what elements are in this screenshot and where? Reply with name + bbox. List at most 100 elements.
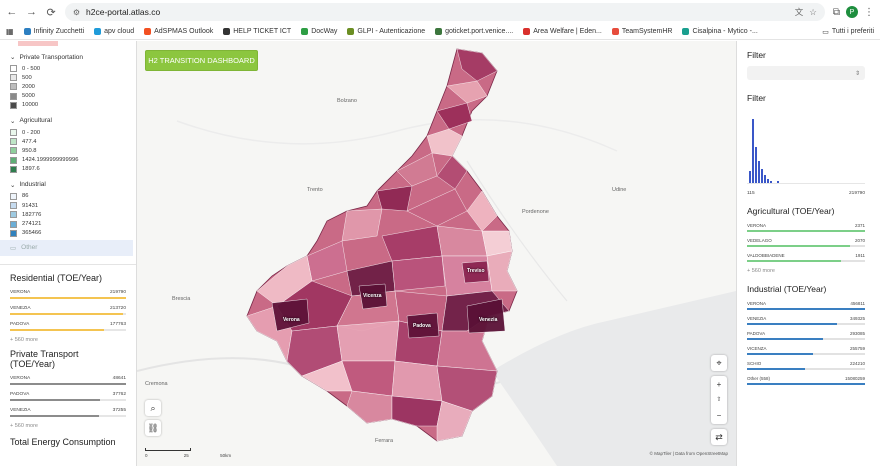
histogram[interactable] [747, 109, 865, 184]
back-icon[interactable]: ← [6, 6, 18, 18]
browser-toolbar: ← → ⟳ ⚙ h2ce-portal.atlas.co 文 ☆ ⧉ P ⋮ [0, 0, 880, 24]
dashboard-title-button[interactable]: H2 TRANSITION DASHBOARD [145, 50, 258, 71]
total-energy-title: Total Energy Consumption [10, 436, 116, 447]
chevron-down-icon: ⌄ [10, 54, 16, 61]
zoom-controls: + ⇧ − [711, 376, 727, 424]
legend-group-toggle[interactable]: ⌄ Industrial [10, 181, 126, 189]
legend-item: 477.4 [10, 137, 126, 146]
address-bar[interactable]: ⚙ h2ce-portal.atlas.co 文 ☆ [64, 3, 825, 21]
folder-icon: ▭ [10, 244, 17, 252]
link-icon[interactable]: ⛓ [145, 420, 161, 436]
profile-avatar[interactable]: P [846, 6, 859, 18]
stat-row: SCHIO 224210 [747, 361, 865, 366]
stat-row: VERONA 456811 [747, 301, 865, 306]
private-transport-stats: Private Transport (TOE/Year) VERONA 48641… [0, 349, 136, 447]
forward-icon[interactable]: → [26, 6, 38, 18]
bookmark-item[interactable]: DocWay [301, 28, 337, 35]
choropleth-map[interactable] [137, 41, 736, 466]
zoom-in-icon[interactable]: + [717, 380, 722, 389]
stat-row: VEDELAGO 2070 [747, 238, 865, 243]
map-city-label: Treviso [467, 268, 485, 274]
map-scale: 0 25 50km [145, 448, 245, 458]
agricultural-title: Agricultural (TOE/Year) [747, 206, 835, 216]
legend-item: 500 [10, 73, 126, 82]
compass-icon[interactable]: ⇧ [716, 396, 721, 403]
divider [0, 263, 136, 265]
stat-row: VENEZIA 213720 [10, 305, 126, 311]
chevron-down-icon: ⌄ [10, 117, 16, 125]
map-place-label: Pordenone [522, 209, 549, 215]
legend-industrial: ⌄ Industrial 86 91431 182776 274121 36546… [0, 174, 136, 238]
legend-group-toggle[interactable]: ⌄ Agricultural [10, 117, 126, 125]
legend-item: 0 - 200 [10, 128, 126, 137]
filter-title: Filter [747, 50, 766, 60]
show-more-link[interactable]: + 560 more [10, 423, 126, 429]
bookmark-item[interactable]: Infinity Zucchetti [23, 28, 84, 35]
legend-item: 10000 [10, 101, 126, 110]
legend-item: 182776 [10, 210, 126, 219]
bookmark-item[interactable]: apv cloud [94, 28, 134, 35]
site-info-icon[interactable]: ⚙ [73, 8, 80, 17]
filter-select[interactable]: ⇕ [747, 66, 865, 80]
translate-icon[interactable]: 文 [795, 6, 804, 18]
legend-item: 274121 [10, 219, 126, 228]
private-transport-title: Private Transport (TOE/Year) [10, 348, 79, 369]
legend-group-toggle[interactable]: ⌄ Private Transportation [10, 53, 126, 62]
select-arrows-icon: ⇕ [854, 70, 860, 77]
legend-item: 365466 [10, 229, 126, 238]
map-settings-icon[interactable]: ⇄ [711, 429, 727, 445]
bookmark-item[interactable]: GLPI - Autenticazione [347, 28, 425, 35]
map-place-label: Bolzano [337, 98, 357, 104]
filter-title: Filter [747, 93, 766, 103]
locate-icon[interactable]: ⌖ [711, 355, 727, 371]
bookmark-star-icon[interactable]: ☆ [809, 7, 817, 18]
zoom-out-icon[interactable]: − [717, 411, 722, 420]
show-more-link[interactable]: + 560 more [10, 337, 126, 343]
legend-item: 0 - 500 [10, 64, 126, 73]
map-canvas[interactable]: H2 TRANSITION DASHBOARD Bolzano Trento U… [137, 41, 736, 466]
map-place-label: Trento [307, 187, 323, 193]
map-city-label: Venezia [479, 317, 498, 323]
stat-row: VERONA 219790 [10, 289, 126, 295]
legend-item: 2000 [10, 82, 126, 91]
stat-row: VERONA 48641 [10, 375, 126, 381]
map-place-label: Cremona [145, 381, 168, 387]
map-city-label: Padova [413, 323, 431, 329]
bookmark-item[interactable]: HELP TICKET ICT [223, 28, 291, 35]
menu-icon[interactable]: ⋮ [864, 7, 874, 18]
legend-item: 950.8 [10, 146, 126, 155]
stat-row: VENEZIA 37255 [10, 407, 126, 413]
legend-other-toggle[interactable]: ▭ Other [0, 239, 133, 256]
bookmark-item[interactable]: goticket.port.venice.... [435, 28, 513, 35]
legend-private-transportation: ⌄ Private Transportation 0 - 500 500 2000… [0, 46, 136, 110]
reload-icon[interactable]: ⟳ [45, 6, 57, 19]
bookmark-item[interactable]: AdSPMAS Outlook [144, 28, 213, 35]
stat-row: PADOVA 37762 [10, 391, 126, 397]
url-text: h2ce-portal.atlas.co [86, 7, 161, 17]
bookmark-item[interactable]: Area Welfare | Eden... [523, 28, 602, 35]
map-city-label: Verona [283, 317, 300, 323]
stat-row: VALDOBBIADENE 1911 [747, 253, 865, 258]
stat-row: VERONA 2371 [747, 223, 865, 228]
search-icon[interactable]: ⌕ [145, 400, 161, 416]
histogram-axis: 115 219790 [747, 191, 865, 196]
bookmark-item[interactable]: TeamSystemHR [611, 28, 672, 35]
residential-stats: Residential (TOE/Year) VERONA 219790 VENE… [0, 273, 136, 343]
bookmark-item[interactable]: Cisalpina - Mytico -... [682, 28, 758, 35]
extensions-icon[interactable]: ⧉ [833, 7, 840, 18]
industrial-title: Industrial (TOE/Year) [747, 284, 827, 294]
stat-row: VENEZIA 349325 [747, 316, 865, 321]
legend-item: 1424.1999999999996 [10, 156, 126, 165]
legend-item: 1897.6 [10, 165, 126, 174]
legend-agricultural: ⌄ Agricultural 0 - 200 477.4 950.8 1424.1… [0, 110, 136, 174]
legend-item: 5000 [10, 92, 126, 101]
show-more-link[interactable]: + 560 more [747, 268, 870, 274]
apps-grid-icon[interactable]: ▦ [6, 27, 14, 36]
map-attribution[interactable]: © MapTiler | Data from OpenStreetMap [650, 451, 728, 456]
stat-row: VICENZA 255759 [747, 346, 865, 351]
map-place-label: Ferrara [375, 438, 394, 444]
map-place-label: Udine [612, 187, 627, 193]
left-panel: ⌄ Private Transportation 0 - 500 500 2000… [0, 41, 137, 466]
folder-icon: ▭ [822, 28, 829, 36]
all-bookmarks[interactable]: ▭ Tutti i preferiti [822, 28, 874, 36]
